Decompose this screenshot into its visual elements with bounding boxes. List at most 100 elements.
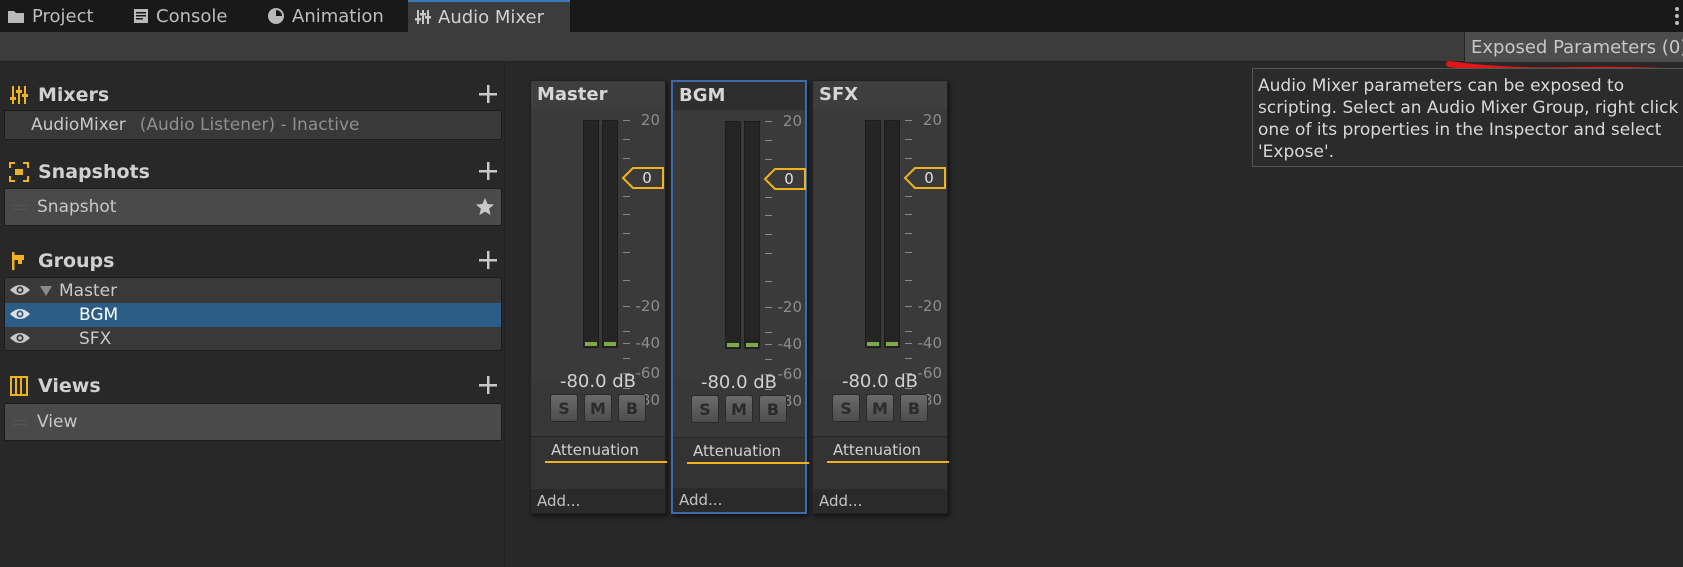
tab-audio-mixer[interactable]: Audio Mixer (408, 0, 570, 32)
clock-icon (268, 8, 284, 24)
scale-tick (765, 234, 772, 235)
mute-button[interactable]: M (584, 394, 612, 422)
tab-audio-mixer-label: Audio Mixer (438, 6, 544, 28)
meter-bar-left (865, 120, 881, 348)
scale-tick (623, 280, 630, 281)
snapshots-header: Snapshots (8, 157, 500, 187)
solo-button[interactable]: S (550, 394, 578, 422)
strip-title: Master (531, 81, 665, 109)
fader-handle[interactable]: 0 (763, 167, 807, 191)
add-snapshot-button[interactable] (476, 159, 500, 183)
scale-tick (905, 196, 912, 197)
eye-icon[interactable] (9, 307, 31, 321)
eye-icon[interactable] (9, 331, 31, 345)
bypass-button[interactable]: B (618, 394, 646, 422)
mixer-toolbar: Exposed Parameters (0) (0, 32, 1683, 62)
meter-bar-right (884, 120, 900, 348)
mixer-item[interactable]: AudioMixer (Audio Listener) - Inactive (5, 113, 501, 137)
solo-mute-bypass-group: SMB (813, 394, 947, 422)
scale-tick (905, 280, 912, 281)
meter-level (604, 342, 616, 346)
bypass-button[interactable]: B (900, 394, 928, 422)
effects-area: Attenuation (531, 436, 667, 490)
add-view-button[interactable] (476, 373, 500, 397)
scale-tick (623, 196, 630, 197)
effect-attenuation[interactable]: Attenuation (687, 442, 809, 464)
fader-handle[interactable]: 0 (903, 166, 947, 190)
meter-area[interactable]: 20 -20 -40 -60 -80 0 (531, 109, 665, 409)
mixer-name: AudioMixer (31, 115, 126, 135)
folder-icon (8, 11, 24, 23)
star-icon[interactable] (475, 197, 495, 217)
scale-tick (765, 159, 772, 160)
db-readout: -80.0 dB (700, 372, 778, 393)
mixers-header: Mixers (8, 80, 500, 110)
eye-icon[interactable] (9, 283, 31, 297)
console-icon (134, 9, 148, 23)
snapshots-title: Snapshots (38, 161, 150, 183)
group-icon (8, 250, 30, 272)
add-effect-button[interactable]: Add... (673, 488, 805, 512)
mixer-strip-sfx[interactable]: SFX 20 -20 -40 -60 -80 0 -80.0 dB S M B Attenuation… (812, 80, 949, 514)
drag-handle-icon[interactable] (13, 419, 27, 425)
mute-button[interactable]: M (866, 394, 894, 422)
views-icon (8, 375, 30, 397)
meter-area[interactable]: 20 -20 -40 -60 -80 0 (673, 110, 807, 410)
tab-project[interactable]: Project (0, 0, 120, 32)
bypass-button[interactable]: B (759, 395, 787, 423)
expand-triangle-icon[interactable] (39, 285, 53, 297)
group-name-sfx: SFX (79, 329, 112, 349)
group-item-sfx[interactable]: SFX (5, 327, 501, 351)
group-name-bgm: BGM (79, 305, 119, 325)
mixer-sliders-icon (8, 84, 30, 106)
drag-handle-icon[interactable] (13, 204, 27, 210)
view-item[interactable]: View (5, 410, 501, 434)
add-effect-button[interactable]: Add... (813, 489, 947, 513)
add-mixer-button[interactable] (476, 82, 500, 106)
kebab-menu-icon[interactable] (1671, 6, 1683, 26)
solo-button[interactable]: S (832, 394, 860, 422)
tab-animation[interactable]: Animation (260, 0, 398, 32)
snapshot-item[interactable]: Snapshot (5, 195, 501, 219)
scale-tick (765, 281, 772, 282)
solo-mute-bypass-group: SMB (673, 395, 805, 423)
snapshot-icon (8, 161, 30, 183)
scale-label: -40 (777, 335, 803, 353)
tab-project-label: Project (32, 5, 94, 27)
meter-bar-left (583, 120, 599, 348)
tab-console[interactable]: Console (126, 0, 250, 32)
scale-tick (765, 253, 772, 254)
fader-value: 0 (642, 169, 652, 187)
tab-bar: Project Console Animation Audio Mixer (0, 0, 1683, 32)
effect-attenuation[interactable]: Attenuation (545, 441, 667, 463)
solo-button[interactable]: S (691, 395, 719, 423)
scale-label: -40 (917, 334, 943, 352)
strip-title: SFX (813, 81, 947, 109)
audio-mixer-icon (415, 10, 431, 24)
mute-button[interactable]: M (725, 395, 753, 423)
groups-title: Groups (38, 250, 115, 272)
groups-header: Groups (8, 246, 500, 276)
scale-label: -20 (917, 297, 943, 315)
mixer-strip-bgm[interactable]: BGM 20 -20 -40 -60 -80 0 -80.0 dB S M B Attenuation… (671, 80, 809, 514)
scale-label: -20 (777, 298, 803, 316)
group-item-bgm[interactable]: BGM (5, 303, 501, 327)
effects-area: Attenuation (813, 436, 949, 490)
add-group-button[interactable] (476, 248, 500, 272)
mixer-status: (Audio Listener) - Inactive (139, 115, 360, 135)
scale-tick (765, 140, 772, 141)
meter-level (746, 343, 758, 347)
scale-label: -20 (635, 297, 661, 315)
view-name: View (37, 412, 78, 432)
effect-attenuation[interactable]: Attenuation (827, 441, 949, 463)
scale-tick (623, 358, 630, 359)
groups-list: Master BGM SFX (4, 277, 502, 351)
group-item-master[interactable]: Master (5, 279, 501, 303)
fader-handle[interactable]: 0 (621, 166, 665, 190)
scale-tick (905, 233, 912, 234)
meter-area[interactable]: 20 -20 -40 -60 -80 0 (813, 109, 947, 409)
add-effect-button[interactable]: Add... (531, 489, 665, 513)
scale-tick (765, 197, 772, 198)
mixer-strip-master[interactable]: Master 20 -20 -40 -60 -80 0 -80.0 dB S M B Attenuat… (530, 80, 667, 514)
exposed-parameters-label: Exposed Parameters (0) (1471, 36, 1683, 58)
